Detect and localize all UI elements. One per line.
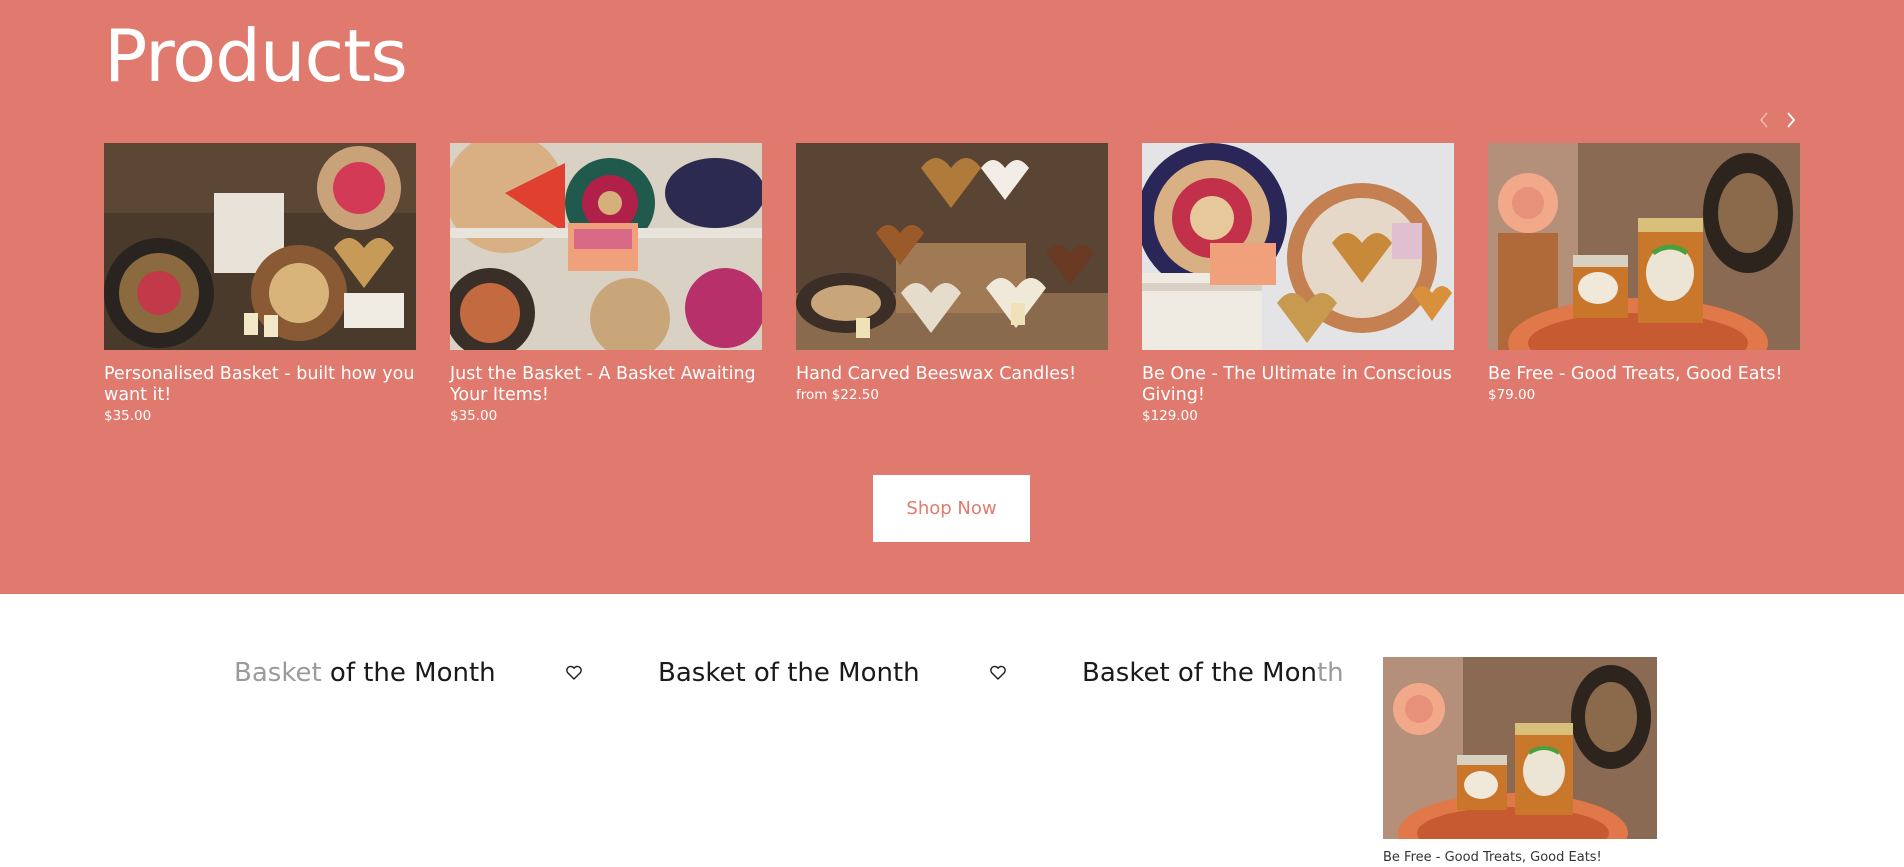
product-name[interactable]: Personalised Basket - built how you want…: [104, 364, 416, 406]
title-fade-part: Basket: [234, 658, 322, 688]
product-image[interactable]: [104, 143, 416, 350]
basket-of-month-title[interactable]: Basket of the Month: [234, 658, 496, 688]
heart-icon[interactable]: [565, 664, 583, 682]
chevron-left-icon: [1759, 112, 1768, 128]
product-price: $79.00: [1488, 387, 1536, 403]
product-name[interactable]: Be One - The Ultimate in Conscious Givin…: [1142, 364, 1454, 406]
product-card[interactable]: Personalised Basket - built how you want…: [104, 143, 416, 424]
heart-icon[interactable]: [989, 664, 1007, 682]
title-text: Basket of the Month: [658, 658, 920, 688]
product-image[interactable]: [450, 143, 762, 350]
basket-of-month-title[interactable]: Basket of the Month: [658, 658, 920, 688]
product-image[interactable]: [796, 143, 1108, 350]
product-price: from $22.50: [796, 387, 879, 403]
product-card[interactable]: Hand Carved Beeswax Candles! from $22.50: [796, 143, 1108, 403]
product-name[interactable]: Hand Carved Beeswax Candles!: [796, 364, 1108, 385]
section-title: Products: [104, 14, 408, 98]
title-fade-part: th: [1316, 658, 1344, 688]
product-price: $35.00: [104, 408, 152, 424]
products-section: Products Personalised Basket - built how…: [0, 0, 1904, 594]
product-card[interactable]: Be One - The Ultimate in Conscious Givin…: [1142, 143, 1454, 424]
product-card[interactable]: Be Free - Good Treats, Good Eats! $79.00: [1488, 143, 1800, 403]
product-name[interactable]: Just the Basket - A Basket Awaiting Your…: [450, 364, 762, 406]
basket-of-month-title[interactable]: Basket of the Month: [1082, 658, 1344, 688]
product-price: $35.00: [450, 408, 498, 424]
title-text: Basket of the Mon: [1082, 658, 1317, 688]
chevron-right-icon: [1787, 112, 1796, 128]
product-price: $129.00: [1142, 408, 1198, 424]
featured-product-image[interactable]: [1383, 657, 1657, 839]
product-image[interactable]: [1142, 143, 1454, 350]
carousel-prev-button[interactable]: [1752, 108, 1776, 132]
product-image[interactable]: [1488, 143, 1800, 350]
carousel-next-button[interactable]: [1779, 108, 1803, 132]
product-name[interactable]: Be Free - Good Treats, Good Eats!: [1488, 364, 1800, 385]
shop-now-button[interactable]: Shop Now: [873, 475, 1030, 542]
title-text: of the Month: [321, 658, 496, 688]
product-card[interactable]: Just the Basket - A Basket Awaiting Your…: [450, 143, 762, 424]
featured-product-caption[interactable]: Be Free - Good Treats, Good Eats!: [1383, 850, 1602, 865]
